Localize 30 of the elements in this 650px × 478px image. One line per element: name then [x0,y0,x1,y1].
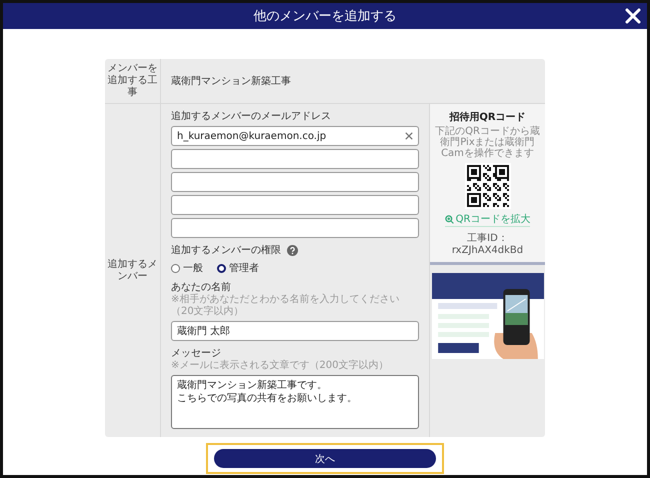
members-label: 追加するメンバー [106,258,158,282]
name-hint: ※相手があなただとわかる名前を入力してください（20文字以内） [171,294,400,318]
qr-code-icon [464,163,510,209]
email-label: 追加するメンバーのメールアドレス [171,110,332,123]
name-field[interactable]: 蔵衛門 太郎 [171,321,419,341]
message-label: メッセージ [171,347,222,360]
role-radio[interactable]: 一般 [171,261,203,275]
email-field[interactable] [171,149,419,169]
project-id: 工事ID：rxZJhAX4dkBd [450,232,524,256]
qr-title: 招待用QRコード [449,110,526,124]
project-label: メンバーを追加する工事 [105,59,161,103]
close-icon[interactable] [625,8,641,24]
clear-icon[interactable] [405,132,413,140]
email-field[interactable] [171,172,419,192]
qr-description: 下記のQRコードから蔵衛門Pixまたは蔵衛門Camを操作できます [435,126,540,159]
project-name: 蔵衛門マンション新築工事 [170,74,291,89]
role-label: 追加するメンバーの権限 [171,244,281,257]
next-button[interactable]: 次へ [214,449,436,468]
zoom-icon [444,214,454,224]
name-label: あなたの名前 [171,281,232,294]
message-field[interactable]: 蔵衛門マンション新築工事です。 こちらでの写真の共有をお願いします。 [171,375,419,429]
message-line: こちらでの写真の共有をお願いします。 [177,392,357,405]
email-field[interactable] [171,195,419,215]
message-line: 蔵衛門マンション新築工事です。 [177,379,327,392]
email-field[interactable]: h_kuraemon@kuraemon.co.jp [171,126,419,146]
dialog-title: 他のメンバーを追加する [254,8,396,25]
help-icon[interactable] [287,245,298,256]
role-radio[interactable]: 管理者 [217,261,259,275]
email-field[interactable] [171,218,419,238]
message-hint: ※メールに表示される文章です（200文字以内） [171,360,390,372]
